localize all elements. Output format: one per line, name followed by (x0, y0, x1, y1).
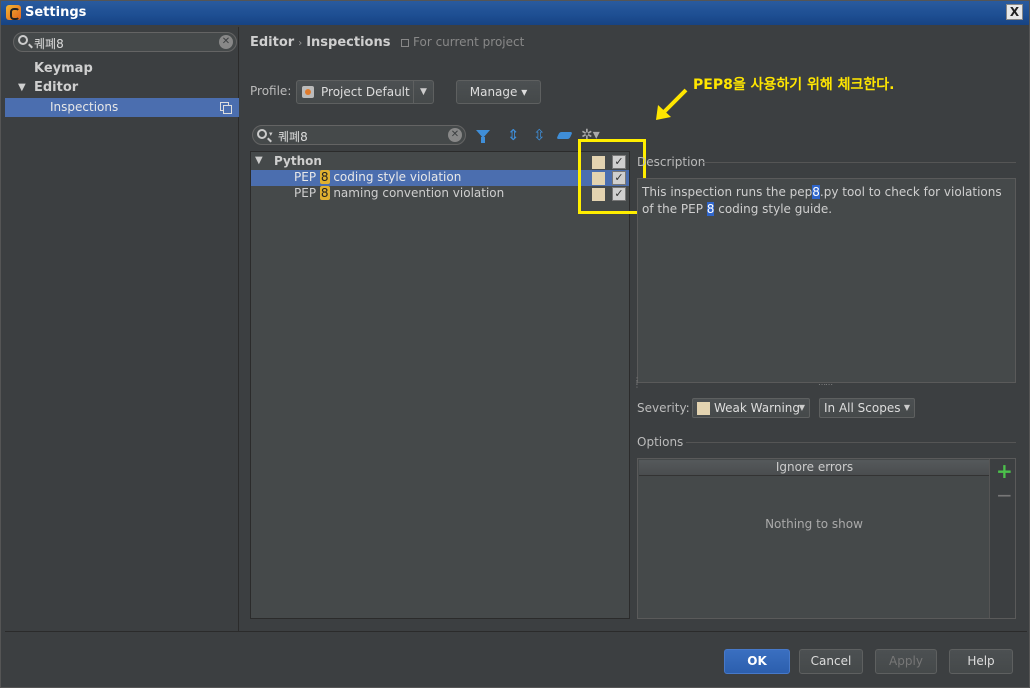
reset-icon[interactable] (557, 128, 573, 144)
horizontal-splitter-handle[interactable]: ⋯⋯ (818, 380, 833, 389)
filter-value: 퀘폐8 (278, 130, 308, 144)
desc-part: This inspection runs the pep (642, 185, 813, 199)
expand-arrow-icon[interactable]: ▼ (18, 82, 26, 93)
breadcrumb-separator-icon: › (298, 38, 303, 49)
divider (5, 631, 1027, 632)
sidebar-item-keymap[interactable]: Keymap (34, 61, 93, 76)
chevron-down-icon: ▼ (798, 403, 805, 412)
sidebar-item-editor[interactable]: ▼ Editor (18, 80, 79, 95)
sidebar-item-label: Editor (34, 80, 79, 95)
search-match: 8 (319, 186, 330, 200)
ok-button[interactable]: OK (724, 649, 790, 674)
inspections-panel: Editor › Inspections For current project P… (240, 27, 1028, 631)
sidebar-search-input[interactable]: 퀘폐8 ✕ (13, 32, 237, 52)
window-title: Settings (25, 5, 87, 20)
search-icon (257, 129, 267, 139)
severity-color-swatch (697, 402, 710, 415)
description-label: Description (637, 155, 706, 169)
scope-value: In All Scopes (824, 401, 901, 415)
options-label: Options (637, 435, 684, 449)
collapse-all-icon[interactable] (531, 126, 547, 144)
group-label: Python (274, 154, 322, 168)
expand-arrow-icon[interactable]: ▼ (255, 155, 263, 166)
divider (702, 162, 1016, 163)
manage-label: Manage (469, 85, 518, 99)
tree-group-python[interactable]: ▼ Python ✓ (251, 154, 629, 170)
profile-icon (302, 86, 314, 98)
clear-filter-icon[interactable]: ✕ (448, 128, 462, 142)
breadcrumb-editor: Editor (250, 35, 295, 50)
search-match: 8 (319, 170, 330, 184)
severity-value: Weak Warning (714, 401, 800, 415)
annotation-highlight-box (578, 139, 646, 214)
add-icon[interactable]: + (996, 459, 1013, 483)
settings-sidebar: 퀘폐8 ✕ Keymap ▼ Editor Inspections (5, 27, 239, 631)
profile-label: Profile: (250, 84, 292, 98)
severity-select[interactable]: Weak Warning ▼ (692, 398, 810, 418)
remove-icon[interactable]: − (996, 483, 1013, 507)
search-icon (18, 35, 28, 45)
desc-match: 8 (812, 185, 820, 199)
sidebar-search-value: 퀘폐8 (34, 37, 64, 51)
sidebar-item-label: Keymap (34, 61, 93, 76)
description-text: This inspection runs the pep8.py tool to… (642, 184, 1012, 218)
expand-all-icon[interactable] (505, 126, 521, 144)
breadcrumb-inspections: Inspections (306, 35, 391, 50)
close-button[interactable]: X (1006, 4, 1023, 20)
project-scope-icon (401, 38, 409, 47)
empty-state-text: Nothing to show (765, 517, 863, 531)
inspection-tree: ▼ Python ✓ PEP 8 coding style violation … (250, 151, 630, 619)
inspection-filter-input[interactable]: ▾ 퀘폐8 ✕ (252, 125, 466, 145)
profile-select[interactable]: Project Default ▼ (296, 80, 434, 104)
options-table: Ignore errors Nothing to show + − (637, 458, 1016, 619)
sidebar-item-inspections[interactable]: Inspections (5, 98, 239, 117)
inspection-label: PEP 8 coding style violation (294, 170, 461, 184)
search-history-icon[interactable]: ▾ (269, 130, 273, 138)
manage-button[interactable]: Manage ▾ (456, 80, 541, 104)
label-prefix: PEP (294, 170, 320, 184)
settings-window: Settings X 퀘폐8 ✕ Keymap ▼ Editor Inspect… (0, 0, 1030, 688)
options-side-toolbar: + − (989, 459, 1015, 618)
vertical-splitter-handle[interactable]: ⋮ ⋮ (633, 377, 641, 389)
desc-part: coding style guide. (714, 202, 833, 216)
pycharm-icon (6, 5, 21, 20)
annotation-callout: PEP8을 사용하기 위해 체크한다. (693, 77, 895, 93)
label-prefix: PEP (294, 186, 320, 200)
filter-icon[interactable] (475, 128, 491, 144)
sidebar-item-label: Inspections (50, 100, 119, 114)
project-settings-icon (220, 102, 232, 114)
scope-select[interactable]: In All Scopes ▼ (819, 398, 915, 418)
annotation-arrow-icon (656, 88, 688, 120)
inspection-label: PEP 8 naming convention violation (294, 186, 504, 200)
chevron-down-icon[interactable]: ▼ (413, 81, 433, 103)
tree-row[interactable]: PEP 8 coding style violation ✓ (251, 170, 629, 186)
scope-note: For current project (413, 35, 525, 49)
divider (686, 442, 1016, 443)
severity-label: Severity: (637, 401, 690, 415)
apply-button[interactable]: Apply (875, 649, 937, 674)
breadcrumb: Editor › Inspections For current project (250, 35, 524, 50)
clear-search-icon[interactable]: ✕ (219, 35, 233, 49)
tree-row[interactable]: PEP 8 naming convention violation ✓ (251, 186, 629, 202)
title-bar: Settings X (1, 1, 1029, 25)
table-column-header[interactable]: Ignore errors (639, 460, 990, 476)
help-button[interactable]: Help (949, 649, 1013, 674)
label-suffix: naming convention violation (329, 186, 505, 200)
chevron-down-icon: ▼ (903, 403, 910, 412)
label-suffix: coding style violation (329, 170, 462, 184)
cancel-button[interactable]: Cancel (799, 649, 863, 674)
description-pane: This inspection runs the pep8.py tool to… (637, 178, 1016, 383)
profile-value: Project Default (321, 85, 410, 99)
